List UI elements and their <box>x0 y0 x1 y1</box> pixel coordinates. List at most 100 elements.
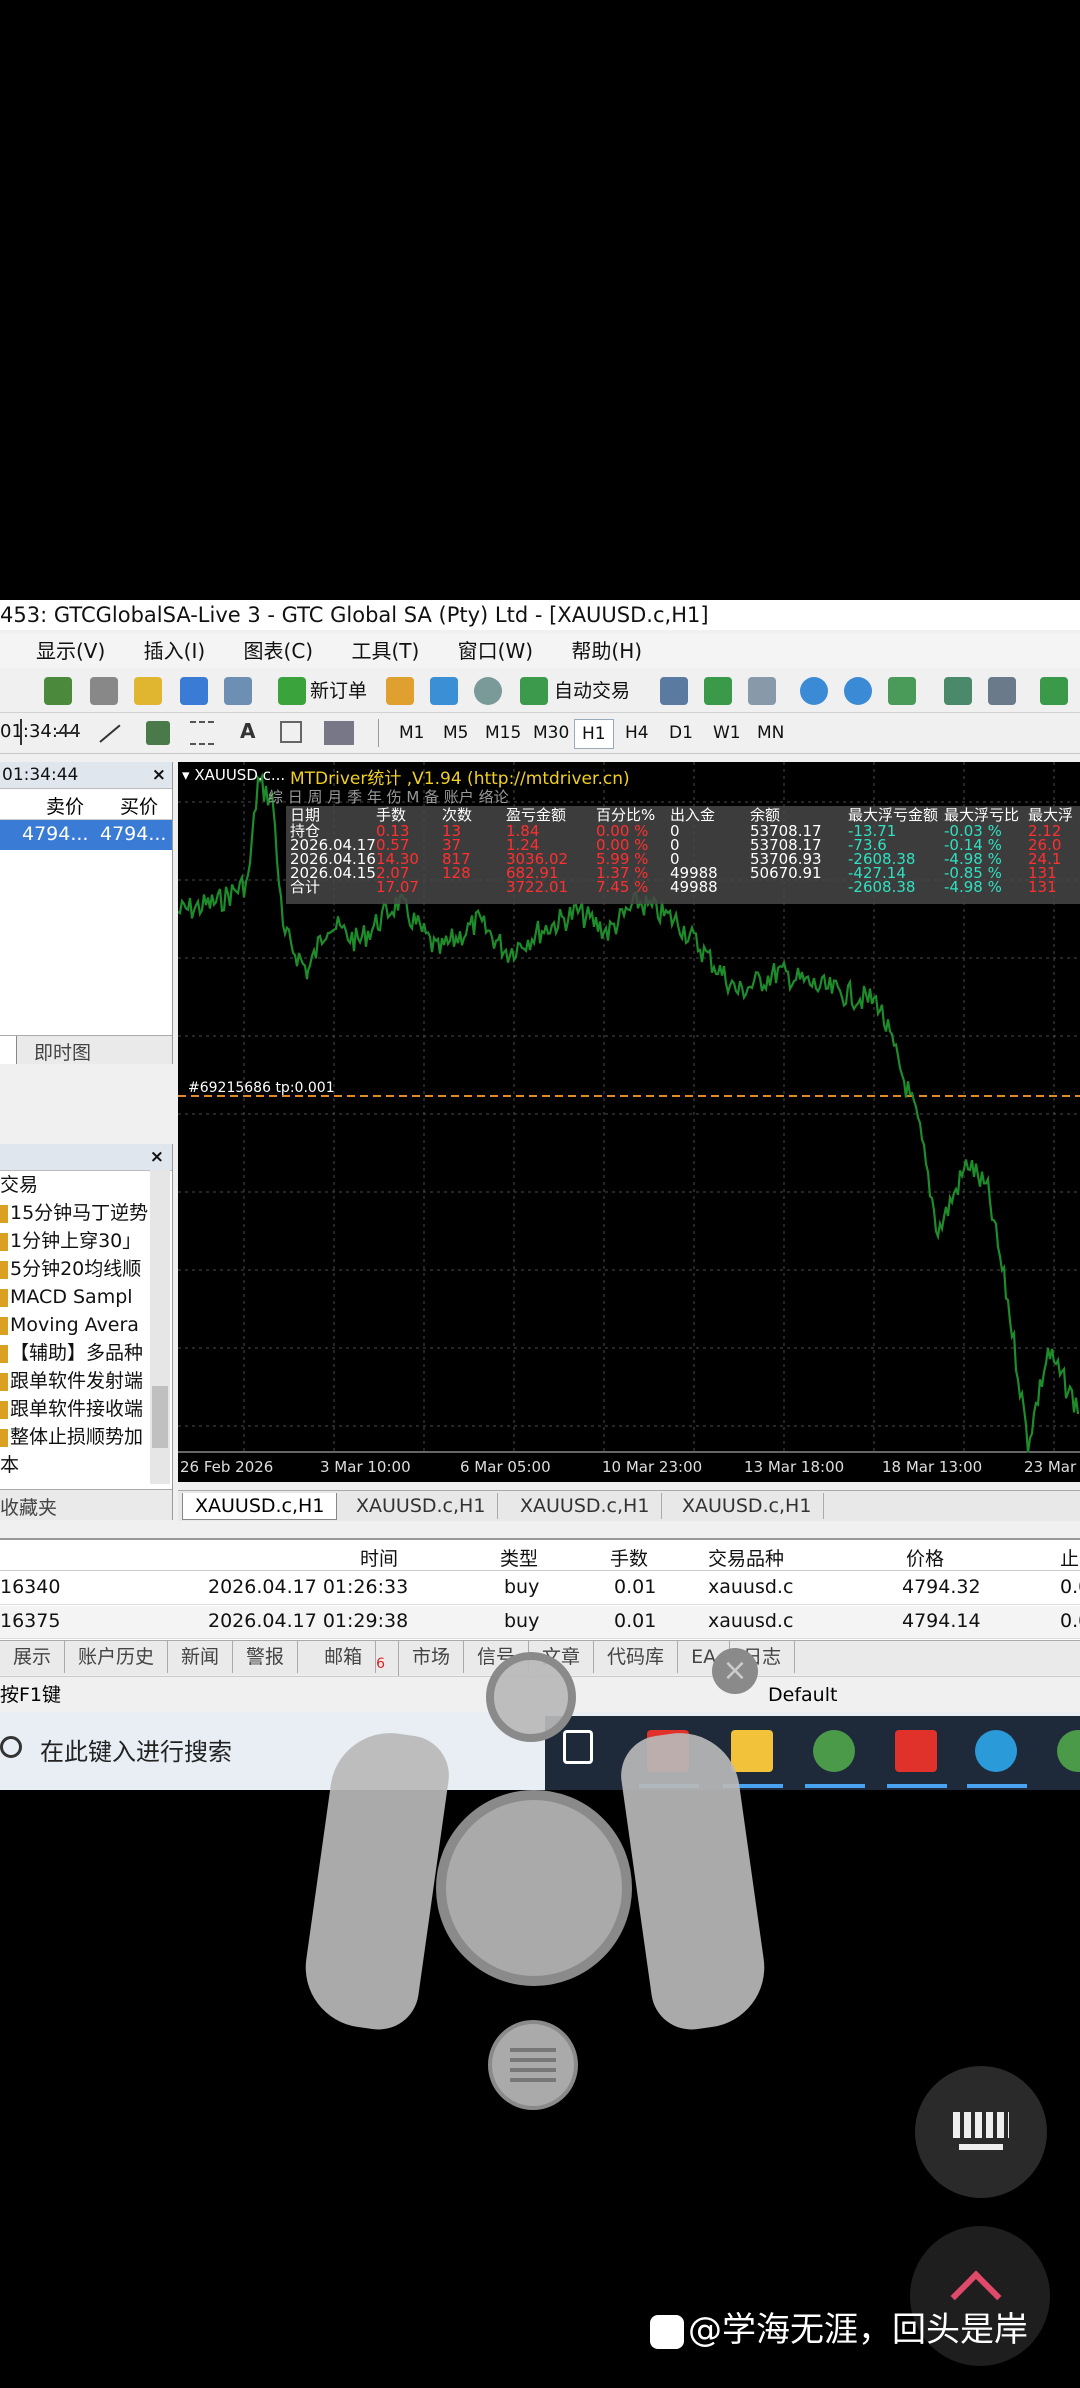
nav-item-ea[interactable]: 整体止损顺势加 <box>0 1423 172 1451</box>
tf-mn[interactable]: MN <box>750 719 791 747</box>
menu-help[interactable]: 帮助(H) <box>571 634 642 668</box>
nav-item-ea[interactable]: MACD Sampl <box>0 1283 172 1311</box>
signal-icon[interactable] <box>474 677 502 705</box>
window-icon[interactable] <box>180 677 208 705</box>
candle-chart-icon[interactable] <box>704 677 732 705</box>
menu-window[interactable]: 窗口(W) <box>458 634 533 668</box>
chart-add-icon[interactable] <box>44 677 72 705</box>
joystick-center-button[interactable] <box>436 1790 632 1986</box>
chart-tab[interactable]: XAUUSD.c,H1 <box>508 1493 663 1519</box>
col-symbol[interactable]: 交易品种 <box>708 1544 784 1571</box>
tab-news[interactable]: 新闻 <box>168 1641 234 1673</box>
cursor-tool-icon[interactable] <box>20 719 22 745</box>
text-label-icon[interactable] <box>280 721 302 743</box>
tf-m30[interactable]: M30 <box>526 719 576 747</box>
tf-d1[interactable]: D1 <box>662 719 700 747</box>
joystick-scroll-button[interactable] <box>488 2020 578 2110</box>
nav-item-ea[interactable]: Moving Avera <box>0 1311 172 1339</box>
nav-item-ea[interactable]: 【辅助】多品种 <box>0 1339 172 1367</box>
menu-charts[interactable]: 图表(C) <box>244 634 314 668</box>
horizontal-line-icon[interactable] <box>56 732 78 734</box>
nav-item-ea[interactable]: 5分钟20均线顺 <box>0 1255 172 1283</box>
scrollbar-thumb[interactable] <box>152 1386 168 1448</box>
col-sl[interactable]: 止 <box>1060 1544 1079 1571</box>
fibonacci-icon[interactable] <box>146 721 170 745</box>
menu-tools[interactable]: 工具(T) <box>351 634 419 668</box>
search-icon[interactable] <box>0 1736 22 1758</box>
tile-windows-icon[interactable] <box>888 677 916 705</box>
close-icon[interactable]: × <box>150 1144 164 1170</box>
indicator-tabs[interactable]: 综 日 周 月 季 年 伤 M 备 账户 络论 <box>268 786 509 807</box>
nav-item-ea[interactable]: 跟单软件接收端 <box>0 1395 172 1423</box>
nav-item-ea[interactable]: 15分钟马丁逆势 <box>0 1199 172 1227</box>
mt4-icon[interactable] <box>1057 1730 1080 1772</box>
indicators-icon[interactable] <box>1040 677 1068 705</box>
favorites-icon[interactable] <box>134 677 162 705</box>
tf-h4[interactable]: H4 <box>618 719 656 747</box>
arrows-icon[interactable] <box>324 721 354 745</box>
col-type[interactable]: 类型 <box>500 1544 538 1571</box>
zoom-in-icon[interactable] <box>800 677 828 705</box>
tab-codebase[interactable]: 代码库 <box>594 1641 679 1673</box>
keyboard-button[interactable] <box>915 2066 1047 2198</box>
tf-m5[interactable]: M5 <box>436 719 475 747</box>
trade-row[interactable]: 16375 2026.04.17 01:29:38 buy 0.01 xauusd.c 4… <box>0 1606 1080 1639</box>
auto-trade-icon[interactable] <box>520 677 548 705</box>
market-watch-row[interactable]: 4794... 4794... <box>0 820 172 850</box>
tab-exposure[interactable]: 展示 <box>0 1641 66 1673</box>
col-ask[interactable]: 买价 <box>120 792 158 819</box>
tab-tick-chart[interactable]: 即时图 <box>34 1038 91 1064</box>
menu-view[interactable]: 显示(V) <box>36 634 105 668</box>
nav-item-ea[interactable]: 跟单软件发射端 <box>0 1367 172 1395</box>
nav-item-scripts[interactable]: 本 <box>0 1451 172 1479</box>
close-overlay-icon[interactable]: × <box>712 1648 758 1694</box>
crosshair-icon[interactable] <box>90 677 118 705</box>
zoom-out-icon[interactable] <box>844 677 872 705</box>
trade-row[interactable]: 16340 2026.04.17 01:26:33 buy 0.01 xauusd.c 4… <box>0 1572 1080 1605</box>
chart-tab[interactable]: XAUUSD.c,H1 <box>670 1493 825 1519</box>
col-bid[interactable]: 卖价 <box>46 792 84 819</box>
task-view-icon[interactable] <box>563 1730 593 1764</box>
chart-tab[interactable]: XAUUSD.c,H1 <box>182 1493 338 1520</box>
edge-browser-icon[interactable] <box>975 1730 1017 1772</box>
tab-alerts[interactable]: 警报 <box>233 1641 299 1673</box>
col-price[interactable]: 价格 <box>906 1544 944 1571</box>
tab-mailbox[interactable]: 邮箱 6 <box>298 1641 399 1680</box>
metaeditor-icon[interactable] <box>386 677 414 705</box>
new-order-button[interactable]: 新订单 <box>310 670 367 712</box>
file-explorer-icon[interactable] <box>731 1730 773 1772</box>
bar-chart-icon[interactable] <box>660 677 688 705</box>
tab-market[interactable]: 市场 <box>399 1641 465 1673</box>
close-icon[interactable]: × <box>152 762 166 788</box>
ec-app-icon[interactable] <box>895 1730 937 1772</box>
nav-item-label: 15分钟马丁逆势 <box>10 1202 149 1224</box>
experts-icon[interactable] <box>430 677 458 705</box>
tab-favorites[interactable]: 收藏夹 <box>0 1493 57 1520</box>
nav-item-trading[interactable]: 交易 <box>0 1171 172 1199</box>
tab-account-history[interactable]: 账户历史 <box>65 1641 169 1673</box>
navigator-scrollbar[interactable] <box>150 1170 170 1484</box>
tf-h1[interactable]: H1 <box>574 719 614 749</box>
auto-trade-button[interactable]: 自动交易 <box>554 670 630 712</box>
text-tool-button[interactable]: A <box>240 719 255 743</box>
tf-m15[interactable]: M15 <box>478 719 528 747</box>
new-order-icon[interactable] <box>278 677 306 705</box>
mt4-icon[interactable] <box>813 1730 855 1772</box>
zoom-window-icon[interactable] <box>224 677 252 705</box>
tf-m1[interactable]: M1 <box>392 719 431 747</box>
price-chart[interactable]: ▾ XAUUSD.c... MTDriver统计 ,V1.94 (http://… <box>178 762 1080 1482</box>
chart-shift-icon[interactable] <box>988 677 1016 705</box>
taskbar-search-input[interactable]: 在此键入进行搜索 <box>40 1732 232 1767</box>
joystick-top-knob[interactable] <box>486 1652 576 1742</box>
chart-tab[interactable]: XAUUSD.c,H1 <box>344 1493 499 1519</box>
channel-icon[interactable] <box>190 721 214 745</box>
nav-item-ea[interactable]: 1分钟上穿30」 <box>0 1227 172 1255</box>
menu-insert[interactable]: 插入(I) <box>144 634 206 668</box>
auto-scroll-icon[interactable] <box>944 677 972 705</box>
trendline-icon[interactable] <box>99 724 121 743</box>
tf-w1[interactable]: W1 <box>706 719 748 747</box>
line-chart-icon[interactable] <box>748 677 776 705</box>
col-time[interactable]: 时间 <box>360 1544 398 1571</box>
col-lots[interactable]: 手数 <box>610 1544 648 1571</box>
tab-symbols[interactable] <box>0 1036 17 1064</box>
